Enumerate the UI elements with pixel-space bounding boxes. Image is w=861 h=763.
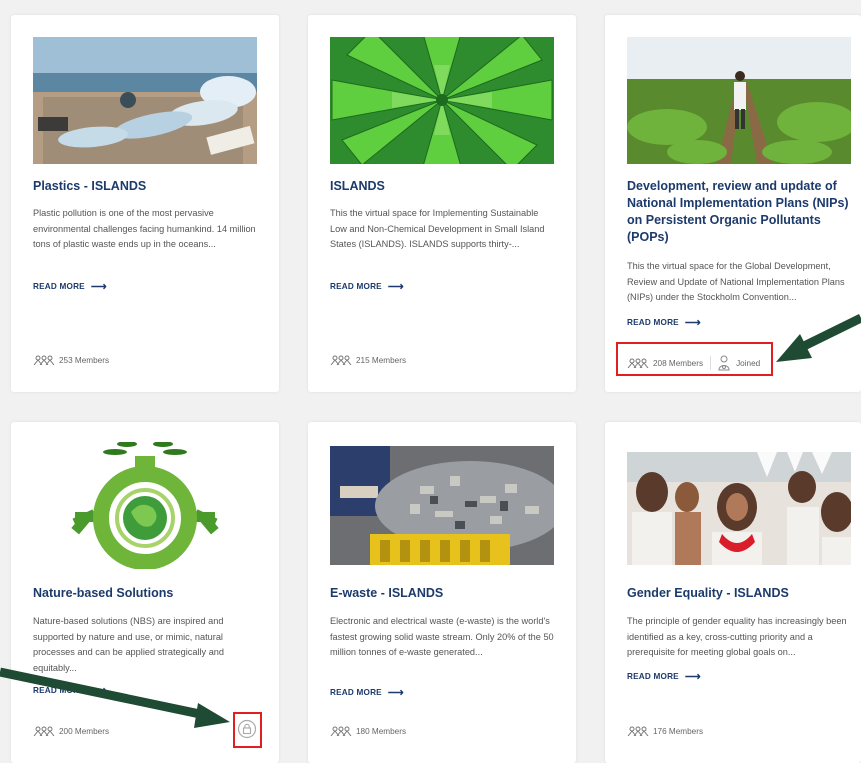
card-title[interactable]: ISLANDS: [330, 178, 552, 195]
member-count-label: 215 Members: [356, 355, 407, 365]
read-more-link[interactable]: READ MORE ⟶: [627, 670, 701, 683]
arrow-right-icon: ⟶: [90, 685, 107, 697]
member-count: 176 Members: [627, 726, 703, 736]
card-title[interactable]: Development, review and update of Nation…: [627, 178, 849, 246]
member-count: 180 Members: [330, 726, 406, 736]
card-description: This the virtual space for the Global De…: [627, 261, 845, 303]
group-card-islands[interactable]: ISLANDS This the virtual space for Imple…: [308, 15, 576, 392]
group-card-e-waste[interactable]: E-waste - ISLANDS Electronic and electri…: [308, 422, 576, 763]
members-icon: [330, 726, 352, 736]
arrow-right-icon: ⟶: [387, 687, 404, 699]
card-title[interactable]: E-waste - ISLANDS: [330, 585, 552, 602]
card-image[interactable]: [330, 37, 554, 164]
card-image[interactable]: [330, 446, 554, 565]
group-card-nips-pops[interactable]: Development, review and update of Nation…: [605, 15, 861, 392]
members-icon: [330, 355, 352, 365]
read-more-link[interactable]: READ MORE ⟶: [627, 316, 701, 329]
read-more-label: READ MORE: [330, 688, 382, 697]
group-card-gender-equality[interactable]: Gender Equality - ISLANDS The principle …: [605, 422, 861, 763]
member-count-label: 253 Members: [59, 355, 110, 365]
member-count-label: 176 Members: [653, 726, 704, 736]
card-title[interactable]: Nature-based Solutions: [33, 585, 255, 602]
read-more-label: READ MORE: [33, 282, 85, 291]
arrow-right-icon: ⟶: [387, 281, 404, 293]
card-image[interactable]: [33, 37, 257, 164]
members-icon: [33, 355, 55, 365]
member-count: 253 Members: [33, 355, 109, 365]
members-icon: [627, 726, 649, 736]
read-more-link[interactable]: READ MORE ⟶: [33, 280, 107, 293]
card-description: Nature-based solutions (NBS) are inspire…: [33, 616, 225, 673]
read-more-link[interactable]: READ MORE ⟶: [33, 684, 107, 697]
card-description: Plastic pollution is one of the most per…: [33, 208, 256, 250]
highlight-box-joined: [616, 342, 773, 376]
member-count: 215 Members: [330, 355, 406, 365]
read-more-label: READ MORE: [330, 282, 382, 291]
card-description: This the virtual space for Implementing …: [330, 208, 545, 250]
read-more-label: READ MORE: [627, 318, 679, 327]
arrow-right-icon: ⟶: [90, 281, 107, 293]
arrow-right-icon: ⟶: [684, 671, 701, 683]
arrow-right-icon: ⟶: [684, 317, 701, 329]
card-description: The principle of gender equality has inc…: [627, 616, 847, 658]
card-image[interactable]: [627, 452, 851, 565]
member-count-label: 200 Members: [59, 726, 110, 736]
read-more-link[interactable]: READ MORE ⟶: [330, 280, 404, 293]
members-icon: [33, 726, 55, 736]
highlight-box-lock: [233, 712, 262, 748]
group-card-plastics[interactable]: Plastics - ISLANDS Plastic pollution is …: [11, 15, 279, 392]
card-title[interactable]: Plastics - ISLANDS: [33, 178, 255, 195]
read-more-label: READ MORE: [627, 672, 679, 681]
card-title[interactable]: Gender Equality - ISLANDS: [627, 585, 849, 602]
card-image[interactable]: [627, 37, 851, 164]
read-more-label: READ MORE: [33, 686, 85, 695]
card-image[interactable]: [33, 442, 257, 569]
member-count-label: 180 Members: [356, 726, 407, 736]
card-description: Electronic and electrical waste (e-waste…: [330, 616, 554, 658]
read-more-link[interactable]: READ MORE ⟶: [330, 686, 404, 699]
member-count: 200 Members: [33, 726, 109, 736]
